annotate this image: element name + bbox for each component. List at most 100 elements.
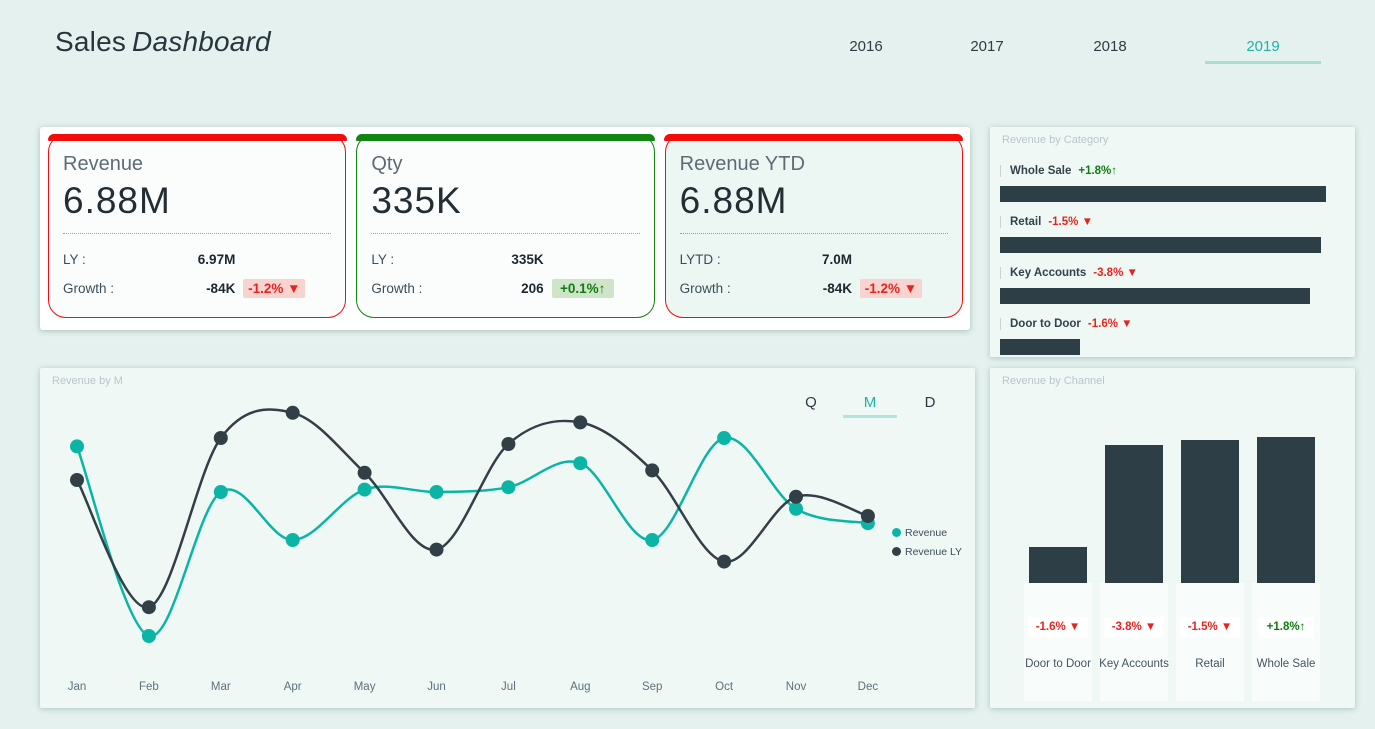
channel-column-whole-sale: +1.8%↑Whole Sale <box>1248 368 1324 701</box>
kpi-row-label: Growth : <box>371 281 521 296</box>
data-point-revenue-ly-aug[interactable] <box>573 415 587 429</box>
channel-bar-zone <box>1248 368 1324 583</box>
x-axis-label-may: May <box>354 681 376 693</box>
kpi-row-value: -84K <box>823 281 852 296</box>
category-label: Retail <box>1010 216 1041 228</box>
category-label-line: Retail-1.5% ▼ <box>1000 214 1345 230</box>
category-row-door-to-door: Door to Door-1.6% ▼ <box>1000 316 1345 355</box>
revenue-by-channel-panel: Revenue by Channel -1.6% ▼Door to Door-3… <box>990 368 1355 708</box>
kpi-band: Revenue6.88MLY :6.97M Growth :-84K-1.2% … <box>40 127 970 330</box>
kpi-row: Growth :-84K-1.2% ▼ <box>63 276 305 300</box>
kpi-row-value: 7.0M <box>822 252 852 267</box>
channel-bar[interactable] <box>1257 437 1315 583</box>
category-row-whole-sale: Whole Sale+1.8%↑ <box>1000 163 1345 202</box>
category-label-line: Key Accounts-3.8% ▼ <box>1000 265 1345 281</box>
category-label: Key Accounts <box>1010 267 1086 279</box>
category-bar[interactable] <box>1000 237 1321 253</box>
growth-badge: -1.2% ▼ <box>243 279 305 298</box>
card-accent-bar <box>48 134 347 141</box>
x-axis-label-apr: Apr <box>284 681 302 693</box>
year-tab-2019[interactable]: 2019 <box>1233 38 1293 55</box>
category-bar[interactable] <box>1000 186 1326 202</box>
growth-badge: -1.2% ▼ <box>860 279 922 298</box>
channel-growth-badge: -3.8% ▼ <box>1104 617 1165 637</box>
channel-bar-zone <box>1020 368 1096 583</box>
channel-category-label: Retail <box>1195 658 1224 670</box>
year-tab-2018[interactable]: 2018 <box>1080 38 1140 55</box>
legend-dot-icon <box>892 528 901 537</box>
data-point-revenue-aug[interactable] <box>573 456 587 470</box>
data-point-revenue-jul[interactable] <box>501 480 515 494</box>
data-point-revenue-mar[interactable] <box>214 485 228 499</box>
category-bar[interactable] <box>1000 288 1310 304</box>
category-bar[interactable] <box>1000 339 1080 355</box>
data-point-revenue-ly-sep[interactable] <box>645 463 659 477</box>
kpi-rows: LYTD :7.0M Growth :-84K-1.2% ▼ <box>680 247 922 300</box>
kpi-value: 335K <box>371 180 639 234</box>
data-point-revenue-ly-oct[interactable] <box>717 555 731 569</box>
chart-legend: Revenue Revenue LY <box>892 523 962 561</box>
kpi-rows: LY :6.97M Growth :-84K-1.2% ▼ <box>63 247 305 300</box>
kpi-row: LYTD :7.0M <box>680 247 922 271</box>
legend-item-revenue[interactable]: Revenue <box>892 523 962 542</box>
data-point-revenue-ly-apr[interactable] <box>286 406 300 420</box>
data-point-revenue-ly-jun[interactable] <box>430 543 444 557</box>
x-axis-label-jan: Jan <box>68 681 87 693</box>
channel-category-label: Key Accounts <box>1099 658 1169 670</box>
sales-dashboard: SalesDashboard 2016201720182019 Revenue6… <box>0 0 1375 729</box>
category-label-line: Door to Door-1.6% ▼ <box>1000 316 1345 332</box>
x-axis-label-nov: Nov <box>786 681 807 693</box>
channel-bar[interactable] <box>1181 440 1239 583</box>
legend-label: Revenue LY <box>905 546 962 558</box>
data-point-revenue-sep[interactable] <box>645 533 659 547</box>
channel-label-strip: +1.8%↑Whole Sale <box>1252 583 1320 701</box>
data-point-revenue-nov[interactable] <box>789 502 803 516</box>
x-axis-label-mar: Mar <box>211 681 231 693</box>
legend-item-revenue-ly[interactable]: Revenue LY <box>892 542 962 561</box>
data-point-revenue-may[interactable] <box>358 483 372 497</box>
kpi-row-value: 6.97M <box>198 252 236 267</box>
growth-badge: +0.1%↑ <box>552 279 614 298</box>
kpi-row-label: LYTD : <box>680 252 822 267</box>
channel-bar-chart: -1.6% ▼Door to Door-3.8% ▼Key Accounts-1… <box>1020 368 1324 701</box>
category-growth-label: -1.6% ▼ <box>1088 318 1133 330</box>
year-tab-2017[interactable]: 2017 <box>957 38 1017 55</box>
x-axis-label-dec: Dec <box>858 681 879 693</box>
x-axis-label-jun: Jun <box>427 681 446 693</box>
panel-title-category: Revenue by Category <box>1002 134 1108 146</box>
data-point-revenue-jan[interactable] <box>70 439 84 453</box>
x-axis-label-feb: Feb <box>139 681 159 693</box>
kpi-card-revenue: Revenue6.88MLY :6.97M Growth :-84K-1.2% … <box>48 134 346 318</box>
channel-category-label: Whole Sale <box>1257 658 1316 670</box>
data-point-revenue-feb[interactable] <box>142 629 156 643</box>
kpi-row-value: 206 <box>521 281 544 296</box>
x-axis-label-oct: Oct <box>715 681 734 693</box>
data-point-revenue-apr[interactable] <box>286 533 300 547</box>
kpi-value: 6.88M <box>680 180 948 234</box>
year-tabs: 2016 2017 2018 2019 <box>0 0 1375 80</box>
data-point-revenue-ly-jan[interactable] <box>70 473 84 487</box>
kpi-row-label: LY : <box>63 252 198 267</box>
revenue-by-category-panel: Revenue by Category Whole Sale+1.8%↑ Reta… <box>990 127 1355 357</box>
channel-label-strip: -3.8% ▼ Key Accounts <box>1100 583 1168 701</box>
channel-bar-zone <box>1172 368 1248 583</box>
category-row-key-accounts: Key Accounts-3.8% ▼ <box>1000 265 1345 304</box>
data-point-revenue-ly-feb[interactable] <box>142 600 156 614</box>
data-point-revenue-oct[interactable] <box>717 431 731 445</box>
card-accent-bar <box>356 134 655 141</box>
kpi-row: LY :6.97M <box>63 247 305 271</box>
category-label: Whole Sale <box>1010 165 1071 177</box>
data-point-revenue-ly-jul[interactable] <box>501 437 515 451</box>
channel-bar[interactable] <box>1105 445 1163 583</box>
line-series-revenue-ly <box>77 410 868 608</box>
kpi-title: Revenue <box>63 153 331 176</box>
data-point-revenue-ly-dec[interactable] <box>861 509 875 523</box>
data-point-revenue-ly-may[interactable] <box>358 466 372 480</box>
channel-bar[interactable] <box>1029 547 1087 583</box>
data-point-revenue-jun[interactable] <box>430 485 444 499</box>
data-point-revenue-ly-mar[interactable] <box>214 431 228 445</box>
data-point-revenue-ly-nov[interactable] <box>789 490 803 504</box>
year-tab-2016[interactable]: 2016 <box>836 38 896 55</box>
category-bar-chart: Whole Sale+1.8%↑ Retail-1.5% ▼ Key Account… <box>1000 151 1345 355</box>
kpi-row-label: LY : <box>371 252 511 267</box>
